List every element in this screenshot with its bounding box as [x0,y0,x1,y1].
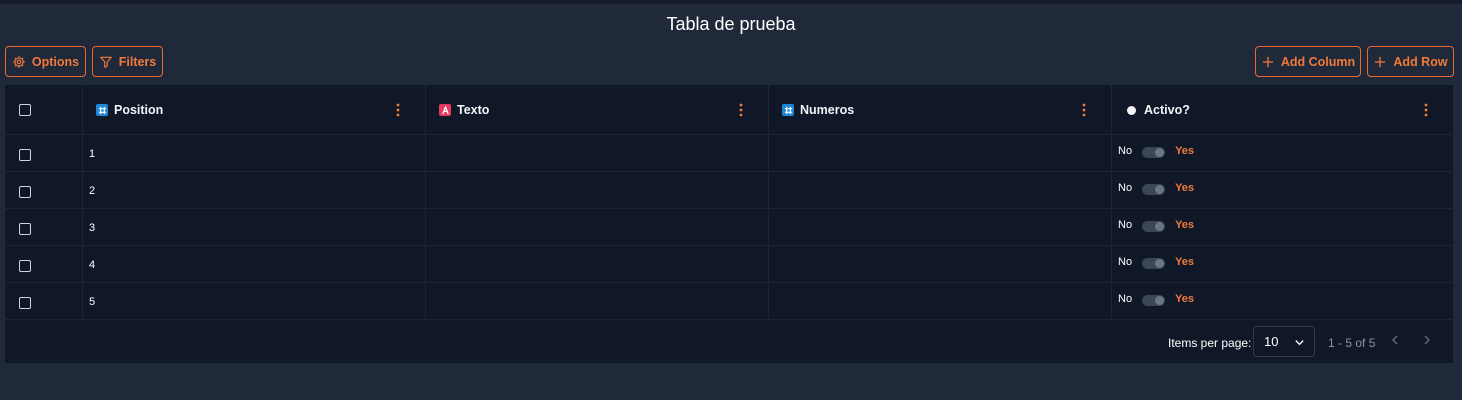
gear-icon [13,55,25,68]
table-row: 5 No Yes [5,283,1453,320]
column-header-label: Activo? [1144,103,1190,117]
table-row: 4 No Yes [5,246,1453,283]
toggle-no-label: No [1118,293,1133,305]
toggle-knob [1155,222,1165,231]
chevron-right-icon[interactable] [1422,334,1432,346]
table-row: 1 No Yes [5,135,1453,172]
filters-label: Filters [118,54,157,69]
plus-icon [1375,56,1386,67]
toggle-yes-label: Yes [1175,145,1195,157]
column-header-label: Position [114,103,164,117]
table-row: 3 No Yes [5,209,1453,246]
column-header-label: Numeros [800,103,855,117]
text-type-icon [439,104,451,116]
toggle-knob [1155,148,1165,157]
number-type-icon [782,104,794,116]
kebab-icon[interactable] [739,103,743,117]
row-checkbox[interactable] [19,149,31,161]
boolean-type-icon [1127,105,1136,115]
activo-toggle[interactable] [1142,221,1166,232]
paginator: Items per page: 10 1 - 5 of 5 [5,320,1453,363]
toggle-yes-label: Yes [1175,182,1195,194]
row-checkbox[interactable] [19,297,31,309]
filters-button[interactable]: Filters [92,46,163,77]
activo-toggle[interactable] [1142,258,1166,269]
toggle-knob [1155,259,1165,268]
kebab-icon[interactable] [1082,103,1086,117]
add-row-label: Add Row [1393,54,1448,69]
activo-toggle-group: No Yes [1118,218,1194,232]
column-header-label: Texto [457,103,490,117]
toggle-knob [1155,296,1165,305]
toggle-yes-label: Yes [1175,256,1195,268]
column-header-activo[interactable]: Activo? [1127,85,1190,135]
row-checkbox[interactable] [19,186,31,198]
row-checkbox[interactable] [19,223,31,235]
items-per-page-label: Items per page: [1168,336,1252,350]
top-strip [0,0,1462,4]
options-button[interactable]: Options [5,46,86,77]
select-all-checkbox[interactable] [19,104,31,116]
column-header-texto[interactable]: Texto [439,85,489,135]
row-checkbox[interactable] [19,260,31,272]
add-row-button[interactable]: Add Row [1367,46,1454,77]
toggle-no-label: No [1118,219,1133,231]
cell-position: 4 [89,259,96,271]
toggle-no-label: No [1118,145,1133,157]
table-header: Position Texto Numeros Activo? [5,85,1453,135]
chevron-down-icon [1295,340,1304,346]
column-header-position[interactable]: Position [96,85,163,135]
toggle-knob [1155,185,1165,194]
items-per-page-value: 10 [1264,334,1279,349]
toggle-no-label: No [1118,256,1133,268]
toggle-yes-label: Yes [1175,293,1195,305]
column-header-numeros[interactable]: Numeros [782,85,854,135]
kebab-icon[interactable] [1424,103,1428,117]
activo-toggle-group: No Yes [1118,292,1194,306]
activo-toggle-group: No Yes [1118,255,1194,269]
activo-toggle[interactable] [1142,184,1166,195]
plus-icon [1262,56,1274,67]
filter-icon [99,56,112,68]
toggle-yes-label: Yes [1175,219,1195,231]
toggle-no-label: No [1118,182,1133,194]
cell-position: 3 [89,222,96,234]
activo-toggle[interactable] [1142,295,1166,306]
add-column-button[interactable]: Add Column [1255,46,1361,77]
activo-toggle-group: No Yes [1118,181,1194,195]
number-type-icon [96,104,108,116]
cell-position: 2 [89,185,96,197]
options-label: Options [31,54,80,69]
chevron-left-icon[interactable] [1390,334,1400,346]
kebab-icon[interactable] [396,103,400,117]
activo-toggle-group: No Yes [1118,144,1194,158]
page-range-label: 1 - 5 of 5 [1328,336,1376,350]
activo-toggle[interactable] [1142,147,1166,158]
data-table: Position Texto Numeros Activo? 1 No Yes … [5,85,1453,363]
page-title: Tabla de prueba [666,14,796,34]
items-per-page-select[interactable]: 10 [1253,326,1315,357]
table-row: 2 No Yes [5,172,1453,209]
cell-position: 1 [89,148,96,160]
cell-position: 5 [89,296,96,308]
add-column-label: Add Column [1280,54,1356,69]
